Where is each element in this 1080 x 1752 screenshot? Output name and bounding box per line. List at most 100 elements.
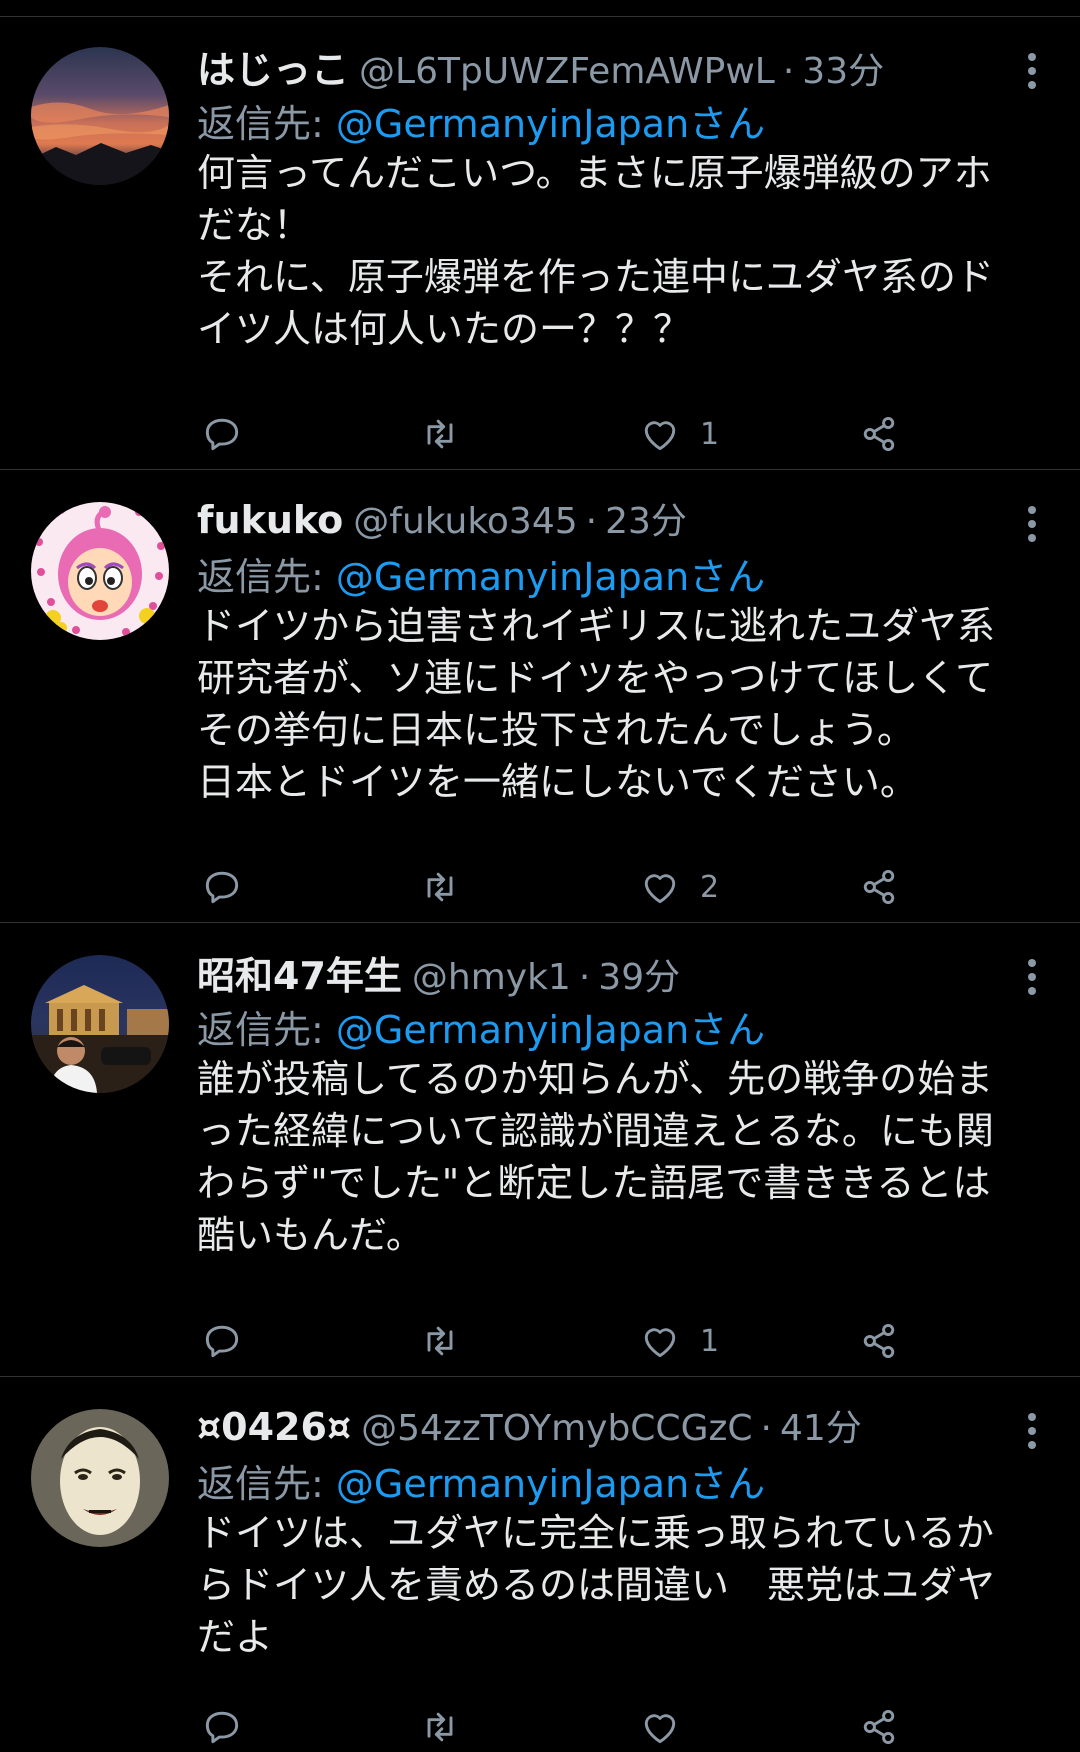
avatar[interactable]: [31, 47, 169, 185]
reply-icon: [205, 418, 239, 451]
reply-label: 返信先:: [197, 555, 336, 599]
more-options-button[interactable]: [1014, 51, 1050, 91]
share-button[interactable]: [857, 862, 901, 912]
tweet-header: fukuko @fukuko345 · 23分: [197, 492, 1036, 544]
more-vertical-icon: [1028, 959, 1036, 995]
retweet-button[interactable]: [418, 1702, 462, 1752]
reply-button[interactable]: [200, 409, 244, 459]
reply-icon: [205, 1325, 239, 1358]
display-name[interactable]: ¤0426¤: [197, 1405, 351, 1449]
like-count: 2: [700, 869, 720, 905]
like-button[interactable]: 2: [638, 862, 719, 912]
tweet-body: fukuko @fukuko345 · 23分 返信先: @GermanyinJ…: [197, 492, 1036, 808]
tweet[interactable]: ¤0426¤ @54zzTOYmybCCGzC · 41分 返信先: @Germ…: [0, 1377, 1080, 1745]
retweet-icon: [427, 872, 453, 902]
like-count: 1: [700, 416, 720, 452]
tweet-text: 何言ってんだこいつ。まさに原子爆弾級のアホ だな！ それに、原子爆弾を作った連中…: [197, 151, 994, 351]
share-icon: [863, 1323, 895, 1359]
reply-context: 返信先: @GermanyinJapanさん: [197, 546, 1036, 600]
more-options-button[interactable]: [1014, 1411, 1050, 1451]
separator-dot: ·: [760, 1408, 772, 1449]
user-handle[interactable]: @L6TpUWZFemAWPwL: [359, 51, 775, 92]
like-button[interactable]: [638, 1702, 700, 1752]
heart-icon: [644, 421, 676, 451]
sunset-sky-avatar: [31, 47, 169, 185]
avatar[interactable]: [31, 955, 169, 1093]
retweet-button[interactable]: [418, 1316, 462, 1366]
share-button[interactable]: [857, 1702, 901, 1752]
display-name[interactable]: 昭和47年生: [197, 945, 402, 1000]
like-count: 1: [700, 1323, 720, 1359]
reply-context: 返信先: @GermanyinJapanさん: [197, 1453, 1036, 1507]
action-bar: 1: [0, 409, 1080, 459]
timestamp[interactable]: 39分: [598, 948, 680, 1000]
retweet-icon: [427, 419, 453, 449]
reply-suffix[interactable]: さん: [689, 555, 765, 599]
heart-icon: [644, 874, 676, 904]
tweet-body: ¤0426¤ @54zzTOYmybCCGzC · 41分 返信先: @Germ…: [197, 1399, 1036, 1663]
reply-button[interactable]: [200, 1316, 244, 1366]
share-button[interactable]: [857, 1316, 901, 1366]
more-options-button[interactable]: [1014, 504, 1050, 544]
reply-context: 返信先: @GermanyinJapanさん: [197, 93, 1036, 147]
timestamp[interactable]: 41分: [780, 1399, 862, 1451]
noh-mask-avatar: [31, 1409, 169, 1547]
tweet-text: 誰が投稿してるのか知らんが、先の戦争の始ま った経緯について認識が間違えとるな。…: [197, 1057, 994, 1257]
separator-dot: ·: [578, 957, 591, 998]
cartoon-girl-avatar: [31, 502, 169, 640]
more-options-button[interactable]: [1014, 957, 1050, 997]
top-divider: [0, 0, 1080, 17]
reply-handle-link[interactable]: @GermanyinJapan: [336, 555, 689, 599]
separator-dot: ·: [782, 51, 795, 92]
user-handle[interactable]: @hmyk1: [412, 957, 571, 998]
like-button[interactable]: 1: [638, 409, 719, 459]
reply-feed: はじっこ @L6TpUWZFemAWPwL · 33分 返信先: @German…: [0, 17, 1080, 1745]
more-vertical-icon: [1028, 506, 1036, 542]
user-handle[interactable]: @fukuko345: [353, 501, 577, 542]
tweet-body: はじっこ @L6TpUWZFemAWPwL · 33分 返信先: @German…: [197, 39, 1036, 355]
tweet[interactable]: fukuko @fukuko345 · 23分 返信先: @GermanyinJ…: [0, 470, 1080, 923]
retweet-button[interactable]: [418, 409, 462, 459]
retweet-icon: [427, 1326, 453, 1356]
tweet[interactable]: 昭和47年生 @hmyk1 · 39分 返信先: @GermanyinJapan…: [0, 923, 1080, 1377]
timestamp[interactable]: 33分: [802, 42, 884, 94]
separator-dot: ·: [585, 501, 598, 542]
reply-suffix[interactable]: さん: [689, 102, 765, 146]
more-vertical-icon: [1028, 53, 1036, 89]
reply-button[interactable]: [200, 1702, 244, 1752]
action-bar: 2: [0, 862, 1080, 912]
share-icon: [863, 416, 895, 452]
share-button[interactable]: [857, 409, 901, 459]
tweet-header: ¤0426¤ @54zzTOYmybCCGzC · 41分: [197, 1399, 1036, 1451]
tweet-header: 昭和47年生 @hmyk1 · 39分: [197, 945, 1036, 1000]
more-vertical-icon: [1028, 1413, 1036, 1449]
tweet[interactable]: はじっこ @L6TpUWZFemAWPwL · 33分 返信先: @German…: [0, 17, 1080, 470]
tweet-text: ドイツから迫害されイギリスに逃れたユダヤ系 研究者が、ソ連にドイツをやっつけてほ…: [197, 604, 996, 804]
reply-suffix[interactable]: さん: [689, 1462, 765, 1506]
reply-icon: [205, 871, 239, 904]
retweet-button[interactable]: [418, 862, 462, 912]
reply-label: 返信先:: [197, 1462, 336, 1506]
avatar[interactable]: [31, 502, 169, 640]
reply-handle-link[interactable]: @GermanyinJapan: [336, 1462, 689, 1506]
reply-handle-link[interactable]: @GermanyinJapan: [336, 102, 689, 146]
avatar[interactable]: [31, 1409, 169, 1547]
user-handle[interactable]: @54zzTOYmybCCGzC: [361, 1408, 752, 1449]
share-icon: [863, 869, 895, 905]
reply-suffix[interactable]: さん: [689, 1008, 765, 1052]
like-button[interactable]: 1: [638, 1316, 719, 1366]
action-bar: [0, 1702, 1080, 1752]
reply-context: 返信先: @GermanyinJapanさん: [197, 999, 1036, 1053]
reply-handle-link[interactable]: @GermanyinJapan: [336, 1008, 689, 1052]
display-name[interactable]: はじっこ: [197, 39, 349, 94]
reply-button[interactable]: [200, 862, 244, 912]
tweet-body: 昭和47年生 @hmyk1 · 39分 返信先: @GermanyinJapan…: [197, 945, 1036, 1261]
action-bar: 1: [0, 1316, 1080, 1366]
tweet-header: はじっこ @L6TpUWZFemAWPwL · 33分: [197, 39, 1036, 94]
display-name[interactable]: fukuko: [197, 498, 343, 542]
reply-label: 返信先:: [197, 102, 336, 146]
heart-icon: [644, 1328, 676, 1358]
night-city-avatar: [31, 955, 169, 1093]
timestamp[interactable]: 23分: [605, 492, 687, 544]
reply-label: 返信先:: [197, 1008, 336, 1052]
